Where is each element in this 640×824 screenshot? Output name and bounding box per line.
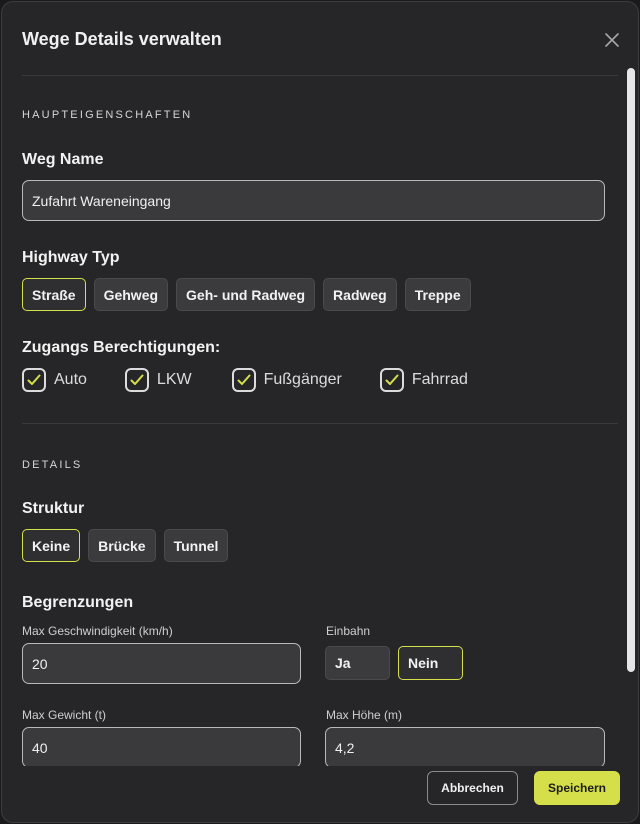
checkbox-box[interactable] [379,368,404,392]
structure-option-tunnel[interactable]: Tunnel [163,529,229,562]
close-button[interactable] [598,26,626,54]
checkmark-icon [237,374,251,385]
max-height-label: Max Höhe (m) [326,708,403,722]
dialog-footer: Abbrechen Speichern [2,766,638,822]
access-checkbox-auto[interactable]: Auto [22,368,87,392]
checkbox-label: LKW [156,371,192,388]
max-speed-input[interactable] [22,643,301,684]
checkmark-icon [27,374,41,385]
checkbox-label: Fußgänger [263,371,342,388]
oneway-label: Einbahn [326,624,371,638]
checkbox-box[interactable] [124,368,149,392]
oneway-option-ja[interactable]: Ja [325,646,390,680]
scrollbar[interactable] [626,66,636,770]
highway-option-gehweg[interactable]: Gehweg [93,278,169,311]
access-permissions-list: Auto LKW Fußgänger Fahrrad [22,368,468,392]
way-name-title: Weg Name [22,151,104,168]
access-checkbox-fahrrad[interactable]: Fahrrad [379,368,468,392]
way-name-input[interactable] [22,180,605,221]
max-weight-input[interactable] [22,727,301,766]
manage-way-dialog: Wege Details verwalten HAUPTEIGENSCHAFTE… [1,1,639,823]
access-checkbox-fussgaenger[interactable]: Fußgänger [231,368,342,392]
highway-option-radweg[interactable]: Radweg [323,278,397,311]
max-weight-label: Max Gewicht (t) [22,708,107,722]
section-label-main: HAUPTEIGENSCHAFTEN [22,109,193,121]
cancel-button[interactable]: Abbrechen [427,771,518,805]
max-height-input[interactable] [325,727,605,766]
structure-option-keine[interactable]: Keine [22,529,81,562]
structure-options: Keine Brücke Tunnel [22,529,229,562]
dialog-title: Wege Details verwalten [22,29,222,49]
checkmark-icon [385,374,399,385]
access-permissions-title: Zugangs Berechtigungen: [22,339,221,356]
max-speed-label: Max Geschwindigkeit (km/h) [22,624,173,638]
dialog-scroll-area[interactable]: HAUPTEIGENSCHAFTEN Weg Name Highway Typ … [2,77,626,766]
section-label-details: DETAILS [22,459,83,471]
structure-title: Struktur [22,500,85,517]
dialog-header: Wege Details verwalten [22,2,619,76]
structure-option-bruecke[interactable]: Brücke [88,529,156,562]
scrollbar-thumb[interactable] [627,68,635,672]
save-button[interactable]: Speichern [534,771,620,805]
highway-type-options: Straße Gehweg Geh- und Radweg Radweg Treppe [22,278,471,311]
oneway-option-nein[interactable]: Nein [398,646,463,680]
access-checkbox-lkw[interactable]: LKW [124,368,192,392]
highway-option-geh-und-radweg[interactable]: Geh- und Radweg [176,278,316,311]
section-divider [22,423,618,424]
highway-option-treppe[interactable]: Treppe [404,278,471,311]
checkbox-label: Fahrrad [411,371,468,388]
highway-option-strasse[interactable]: Straße [22,278,86,311]
checkmark-icon [130,374,144,385]
checkbox-label: Auto [54,371,87,388]
limits-title: Begrenzungen [22,594,134,611]
close-icon [605,33,619,47]
checkbox-box[interactable] [22,368,46,392]
highway-type-title: Highway Typ [22,249,120,266]
checkbox-box[interactable] [231,368,256,392]
oneway-options: Ja Nein [325,646,463,680]
